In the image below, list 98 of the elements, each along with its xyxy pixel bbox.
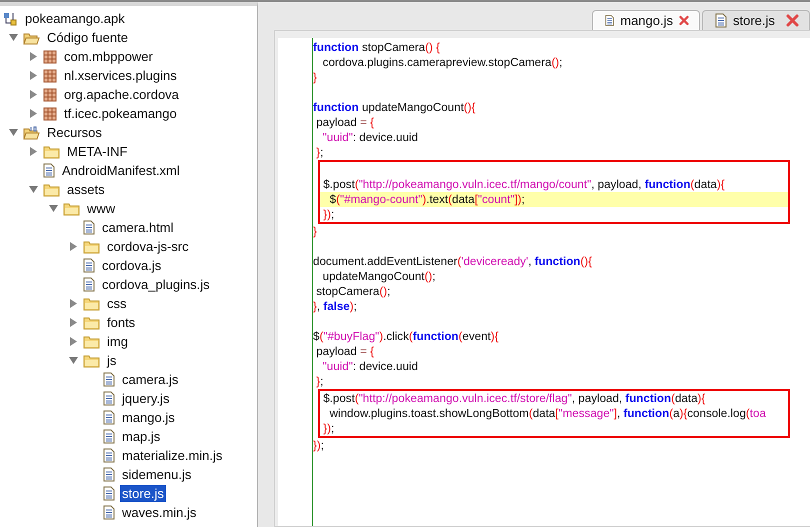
- document-icon: [103, 448, 115, 463]
- tree-item[interactable]: camera.js: [120, 371, 180, 388]
- code-line: $.post("http://pokeamango.vuln.icec.tf/mango/count", payload, function(data){: [322, 177, 726, 192]
- tree-item[interactable]: cordova-js-src: [105, 238, 191, 255]
- expander-icon[interactable]: [8, 33, 18, 42]
- document-icon: [103, 486, 115, 501]
- code-line: "uuid": device.uuid: [322, 130, 419, 145]
- code-line: $.post("http://pokeamango.vuln.icec.tf/store/flag", payload, function(data){: [322, 391, 706, 406]
- expander-icon[interactable]: [28, 109, 38, 118]
- code-line: window.plugins.toast.showLongBottom(data["message"], function(a){console.log(toa: [328, 406, 767, 421]
- code-line: function stopCamera() {: [313, 40, 441, 55]
- package-icon: [43, 106, 57, 120]
- expander-icon[interactable]: [28, 90, 38, 99]
- expander-icon[interactable]: [28, 185, 38, 194]
- package-icon: [43, 50, 57, 64]
- close-icon[interactable]: [678, 14, 689, 27]
- code-line: document.addEventListener('deviceready', function(){: [313, 254, 593, 269]
- document-icon: [103, 429, 115, 444]
- code-line: }, false);: [313, 299, 358, 314]
- tree-item[interactable]: jquery.js: [120, 390, 172, 407]
- tree-item[interactable]: css: [105, 295, 128, 312]
- open-folder-icon: [23, 30, 40, 44]
- tree-item[interactable]: assets: [65, 181, 107, 198]
- code-line: updateMangoCount();: [322, 269, 436, 284]
- code-line: cordova.plugins.camerapreview.stopCamera();: [322, 55, 564, 70]
- tree-item[interactable]: cordova_plugins.js: [100, 276, 212, 293]
- code-line: }: [313, 70, 318, 85]
- code-line: $("#mango-count").text(data["count"]);: [328, 192, 526, 207]
- expander-icon[interactable]: [68, 356, 78, 365]
- expander-icon[interactable]: [68, 337, 78, 346]
- tree-item[interactable]: www: [85, 200, 118, 217]
- document-icon: [103, 467, 115, 482]
- code-line: payload = {: [315, 344, 375, 359]
- folder-icon: [83, 240, 100, 254]
- document-icon: [83, 220, 95, 235]
- editor-tab[interactable]: store.js: [702, 10, 810, 30]
- code-line: });: [313, 438, 325, 453]
- document-icon: [605, 13, 614, 28]
- expander-icon[interactable]: [8, 128, 18, 137]
- code-editor[interactable]: [278, 38, 810, 526]
- code-line: "uuid": device.uuid: [322, 359, 419, 374]
- binary-folder-icon: [23, 126, 40, 140]
- tree-item[interactable]: mango.js: [120, 409, 177, 426]
- folder-icon: [83, 334, 100, 348]
- document-icon: [103, 372, 115, 387]
- editor-tab[interactable]: mango.js: [592, 10, 700, 30]
- document-icon: [83, 277, 95, 292]
- document-icon: [103, 505, 115, 520]
- tree-item[interactable]: tf.icec.pokeamango: [62, 105, 179, 122]
- package-icon: [43, 68, 57, 82]
- code-line: });: [322, 421, 336, 436]
- folder-icon: [83, 354, 100, 368]
- tree-item[interactable]: AndroidManifest.xml: [60, 162, 182, 179]
- folder-icon: [63, 202, 80, 216]
- expander-icon[interactable]: [28, 147, 38, 156]
- tree-item[interactable]: cordova.js: [100, 257, 164, 274]
- code-line: $("#buyFlag").click(function(event){: [313, 329, 500, 344]
- tree-item[interactable]: waves.min.js: [120, 504, 198, 521]
- code-line: };: [315, 374, 324, 389]
- tree-item[interactable]: map.js: [120, 428, 162, 445]
- apk-icon: [3, 12, 18, 26]
- tree-item[interactable]: pokeamango.apk: [23, 10, 127, 27]
- tree-item[interactable]: org.apache.cordova: [62, 86, 181, 103]
- tree-item[interactable]: store.js: [120, 485, 166, 502]
- expander-icon[interactable]: [28, 71, 38, 80]
- code-line: stopCamera();: [315, 284, 392, 299]
- folder-icon: [43, 182, 60, 196]
- expander-icon[interactable]: [68, 299, 78, 308]
- tree-item[interactable]: img: [105, 333, 130, 350]
- tree-item[interactable]: Código fuente: [45, 29, 130, 46]
- document-icon: [103, 391, 115, 406]
- code-line: };: [315, 145, 324, 160]
- expander-icon[interactable]: [28, 52, 38, 61]
- tree-item[interactable]: js: [105, 352, 118, 369]
- code-line: });: [322, 207, 336, 222]
- expander-icon[interactable]: [68, 318, 78, 327]
- code-line: function updateMangoCount(){: [313, 100, 476, 115]
- document-icon: [83, 258, 95, 273]
- tree-item[interactable]: camera.html: [100, 219, 176, 236]
- tree-item[interactable]: com.mbppower: [62, 48, 155, 65]
- document-icon: [43, 163, 55, 178]
- folder-icon: [83, 316, 100, 330]
- close-icon[interactable]: [786, 14, 799, 27]
- tree-item[interactable]: nl.xservices.plugins: [62, 67, 179, 84]
- tree-item[interactable]: materialize.min.js: [120, 447, 224, 464]
- code-line: }: [313, 224, 318, 239]
- expander-icon[interactable]: [48, 204, 58, 213]
- tree-item[interactable]: META-INF: [65, 143, 130, 160]
- package-icon: [43, 88, 57, 102]
- folder-icon: [43, 144, 60, 158]
- expander-icon[interactable]: [68, 242, 78, 251]
- folder-icon: [83, 296, 100, 310]
- tree-item[interactable]: sidemenu.js: [120, 466, 194, 483]
- tree-item[interactable]: fonts: [105, 314, 138, 331]
- document-icon: [715, 13, 727, 28]
- code-line: payload = {: [315, 115, 375, 130]
- document-icon: [103, 410, 115, 425]
- tree-item[interactable]: Recursos: [45, 124, 104, 141]
